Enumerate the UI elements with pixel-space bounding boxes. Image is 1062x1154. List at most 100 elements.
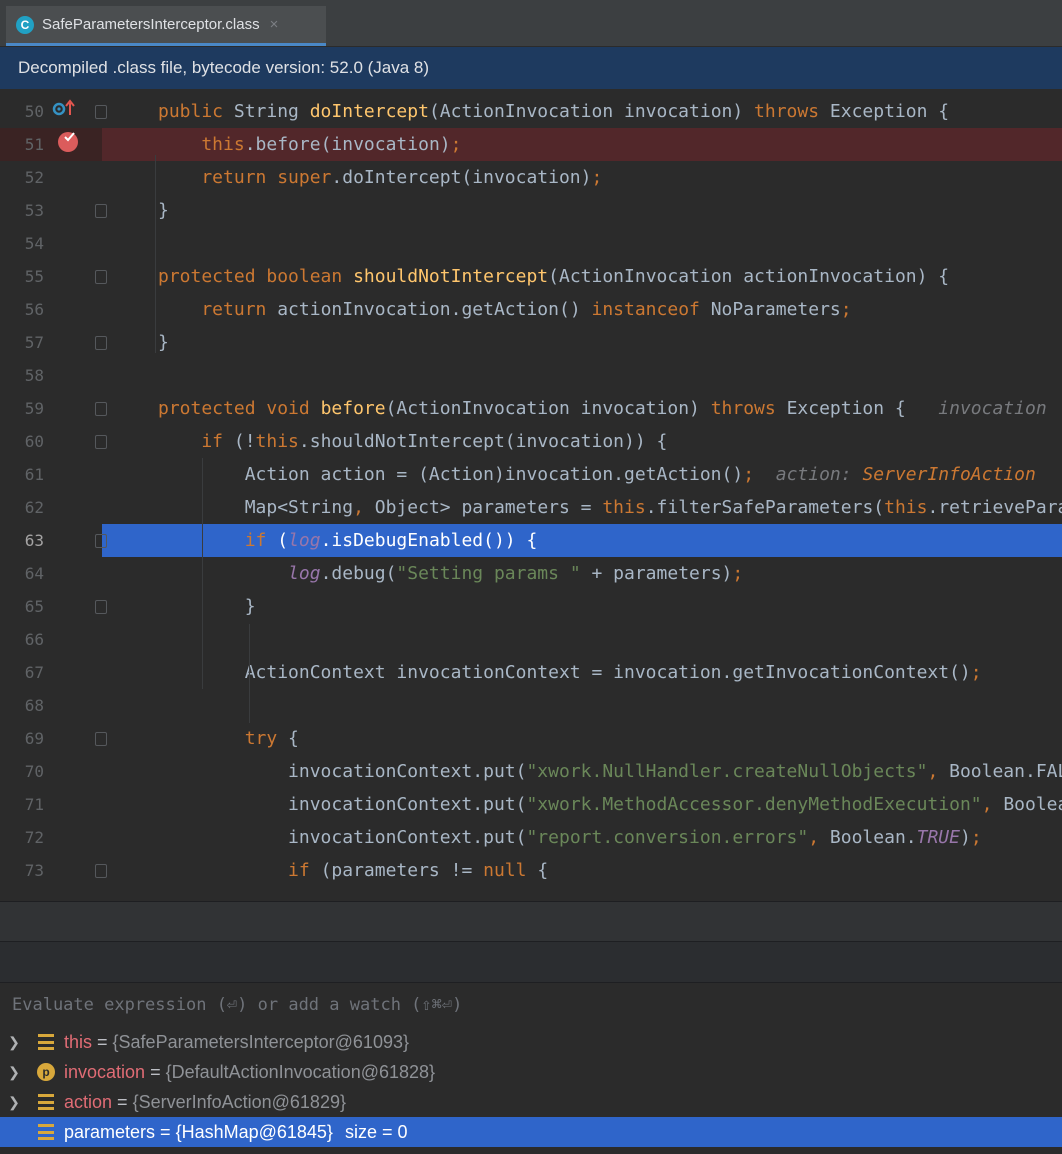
line-number[interactable]: 51 <box>0 128 44 161</box>
code-token: ( <box>277 530 289 551</box>
line-number[interactable]: 61 <box>0 458 44 491</box>
code-line[interactable]: 62 Map<String, Object> parameters = this… <box>0 491 1062 524</box>
code-line[interactable]: 68 <box>0 689 1062 722</box>
line-number[interactable]: 70 <box>0 755 44 788</box>
variable-row[interactable]: ❯ action = {ServerInfoAction@61829} <box>0 1087 1062 1117</box>
code-token: ActionContext invocationContext = invoca… <box>158 662 971 683</box>
override-method-icon[interactable] <box>50 95 80 125</box>
breakpoint-icon[interactable] <box>55 129 85 159</box>
editor-tab-bar: C SafeParametersInterceptor.class × <box>0 0 1062 47</box>
line-number[interactable]: 72 <box>0 821 44 854</box>
code-token: } <box>158 200 169 221</box>
line-number[interactable]: 56 <box>0 293 44 326</box>
code-text: if (!this.shouldNotIntercept(invocation)… <box>158 425 667 458</box>
code-line[interactable]: 73 if (parameters != null { <box>0 854 1062 887</box>
code-token: . <box>244 134 256 155</box>
line-number[interactable]: 63 <box>0 524 44 557</box>
variable-name: this <box>64 1031 93 1052</box>
close-icon[interactable]: × <box>270 16 279 33</box>
code-line[interactable]: 50 public String doIntercept(ActionInvoca… <box>0 95 1062 128</box>
code-line[interactable]: 52 return super.doIntercept(invocation); <box>0 161 1062 194</box>
code-line[interactable]: 51 this.before(invocation); <box>0 128 1062 161</box>
variable-row[interactable]: parameters = {HashMap@61845} size = 0 <box>0 1117 1062 1147</box>
line-number[interactable]: 58 <box>0 359 44 392</box>
code-text: try { <box>158 722 299 755</box>
code-text: Map<String, Object> parameters = this.fi… <box>158 491 1062 524</box>
fold-marker-icon[interactable] <box>95 336 107 350</box>
equals-sign: = <box>150 1061 161 1082</box>
code-token: ServerInfoAction <box>862 464 1036 485</box>
code-token: before(invocation) <box>255 134 451 155</box>
code-token: (! <box>233 431 256 452</box>
line-number[interactable]: 54 <box>0 227 44 260</box>
code-line[interactable]: 63 if (log.isDebugEnabled()) { <box>0 524 1062 557</box>
fold-marker-icon[interactable] <box>95 435 107 449</box>
debugger-toolbar <box>0 901 1062 942</box>
code-line[interactable]: 58 <box>0 359 1062 392</box>
line-number[interactable]: 60 <box>0 425 44 458</box>
fold-marker-icon[interactable] <box>95 270 107 284</box>
line-number[interactable]: 68 <box>0 689 44 722</box>
expand-chevron-icon[interactable]: ❯ <box>2 1064 26 1081</box>
code-line[interactable]: 55 protected boolean shouldNotIntercept(A… <box>0 260 1062 293</box>
code-token: Boolean <box>1003 794 1062 815</box>
code-line[interactable]: 60 if (!this.shouldNotIntercept(invocati… <box>0 425 1062 458</box>
code-token: ; <box>732 563 744 584</box>
line-number[interactable]: 52 <box>0 161 44 194</box>
code-token: instanceof <box>591 299 711 320</box>
line-number[interactable]: 67 <box>0 656 44 689</box>
line-number[interactable]: 55 <box>0 260 44 293</box>
code-line[interactable]: 54 <box>0 227 1062 260</box>
expand-chevron-icon[interactable]: ❯ <box>2 1034 26 1051</box>
line-number[interactable]: 65 <box>0 590 44 623</box>
code-line[interactable]: 61 Action action = (Action)invocation.ge… <box>0 458 1062 491</box>
fold-marker-icon[interactable] <box>95 732 107 746</box>
code-line[interactable]: 64 log.debug("Setting params " + paramet… <box>0 557 1062 590</box>
code-text: invocationContext.put("report.conversion… <box>158 821 982 854</box>
code-token: invocationContext.put( <box>158 827 527 848</box>
code-text: if (log.isDebugEnabled()) { <box>158 524 538 557</box>
code-line[interactable]: 66 <box>0 623 1062 656</box>
line-number[interactable]: 64 <box>0 557 44 590</box>
expand-chevron-icon[interactable]: ❯ <box>2 1094 26 1111</box>
code-text: } <box>158 326 169 359</box>
fold-marker-icon[interactable] <box>95 402 107 416</box>
fold-marker-icon[interactable] <box>95 534 107 548</box>
indent-guide <box>155 155 156 353</box>
code-line[interactable]: 65 } <box>0 590 1062 623</box>
line-number[interactable]: 73 <box>0 854 44 887</box>
fold-marker-icon[interactable] <box>95 204 107 218</box>
code-line[interactable]: 67 ActionContext invocationContext = inv… <box>0 656 1062 689</box>
code-line[interactable]: 59 protected void before(ActionInvocation… <box>0 392 1062 425</box>
evaluate-expression-field[interactable]: Evaluate expression (⏎) or add a watch (… <box>0 982 1062 1027</box>
line-number[interactable]: 50 <box>0 95 44 128</box>
code-line[interactable]: 53} <box>0 194 1062 227</box>
variable-name: invocation <box>64 1061 146 1082</box>
line-number[interactable]: 57 <box>0 326 44 359</box>
code-line[interactable]: 72 invocationContext.put("report.convers… <box>0 821 1062 854</box>
line-number[interactable]: 69 <box>0 722 44 755</box>
code-token: if <box>158 860 321 881</box>
code-line[interactable]: 70 invocationContext.put("xwork.NullHand… <box>0 755 1062 788</box>
variable-row[interactable]: ❯ this = {SafeParametersInterceptor@61093} <box>0 1027 1062 1057</box>
fold-marker-icon[interactable] <box>95 600 107 614</box>
code-line[interactable]: 57} <box>0 326 1062 359</box>
fold-marker-icon[interactable] <box>95 864 107 878</box>
code-token: action: <box>775 464 863 485</box>
line-number[interactable]: 59 <box>0 392 44 425</box>
fold-marker-icon[interactable] <box>95 105 107 119</box>
code-text: log.debug("Setting params " + parameters… <box>158 557 743 590</box>
line-number[interactable]: 62 <box>0 491 44 524</box>
code-line[interactable]: 71 invocationContext.put("xwork.MethodAc… <box>0 788 1062 821</box>
line-number[interactable]: 53 <box>0 194 44 227</box>
code-line[interactable]: 56 return actionInvocation.getAction() i… <box>0 293 1062 326</box>
line-number[interactable]: 66 <box>0 623 44 656</box>
code-line[interactable]: 69 try { <box>0 722 1062 755</box>
code-editor[interactable]: 50 public String doIntercept(ActionInvoca… <box>0 89 1062 901</box>
line-number[interactable]: 71 <box>0 788 44 821</box>
code-token: return super <box>158 167 332 188</box>
file-tab[interactable]: C SafeParametersInterceptor.class × <box>6 6 326 46</box>
variable-row[interactable]: ❯ p invocation = {DefaultActionInvocation@61… <box>0 1057 1062 1087</box>
code-text: public String doIntercept(ActionInvocati… <box>158 95 949 128</box>
